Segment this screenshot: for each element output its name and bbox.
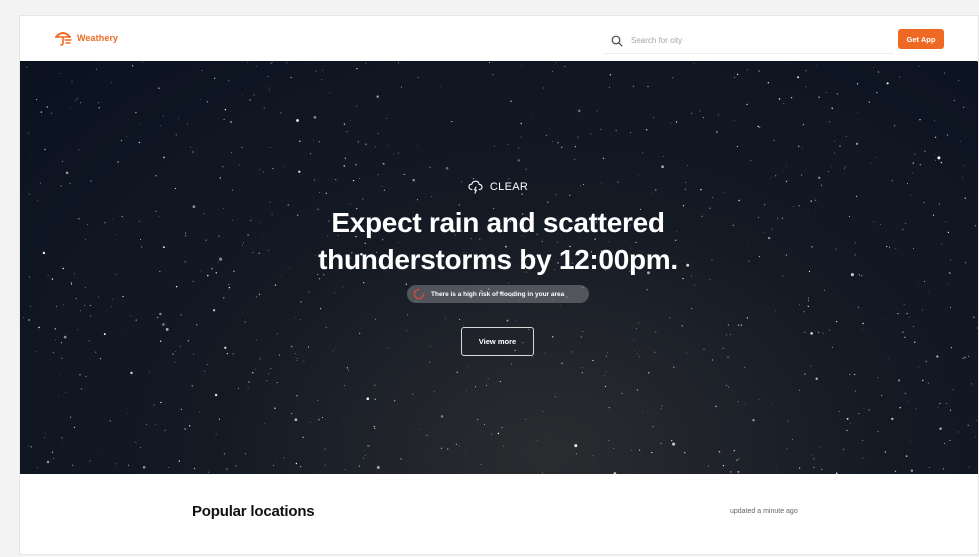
warning-icon <box>413 288 425 300</box>
headline-line-2: thunderstorms by 12:00pm. <box>318 244 678 275</box>
search-input[interactable] <box>631 30 871 51</box>
headline-line-1: Expect rain and scattered <box>331 207 665 238</box>
flood-alert-badge: There is a high risk of flooding in your… <box>407 285 589 303</box>
get-app-button[interactable]: Get App <box>898 29 944 49</box>
condition-label: CLEAR <box>489 181 529 193</box>
app-window: Weathery Get App CLEAR Expect rain and s… <box>19 15 979 555</box>
popular-locations-heading: Popular locations <box>192 503 315 520</box>
search-icon <box>611 35 623 47</box>
view-more-button[interactable]: View more <box>461 327 534 356</box>
umbrella-wind-icon <box>55 32 72 46</box>
weather-condition: CLEAR <box>20 180 976 194</box>
hero-banner: CLEAR Expect rain and scattered thunders… <box>20 61 978 474</box>
forecast-headline: Expect rain and scattered thunderstorms … <box>220 204 776 278</box>
updated-timestamp: updated a minute ago <box>730 508 798 515</box>
brand-name: Weathery <box>77 33 119 43</box>
search-bar <box>604 28 894 54</box>
top-bar: Weathery Get App <box>20 16 978 61</box>
brand-logo[interactable]: Weathery <box>53 29 118 47</box>
alert-text: There is a high risk of flooding in your… <box>431 290 565 298</box>
cloud-lightning-icon <box>468 180 483 194</box>
